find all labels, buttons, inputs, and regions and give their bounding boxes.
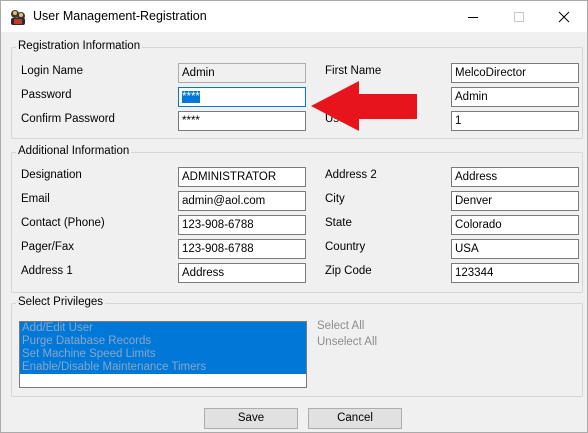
list-item[interactable]: Enable/Disable Maintenance Timers [20,361,306,374]
city-field[interactable] [451,191,579,211]
designation-label: Designation [21,169,82,181]
title-bar: User Management-Registration [1,1,587,32]
contact-phone-field[interactable] [178,215,306,235]
red-arrow-annotation [311,81,417,131]
login-name-label: Login Name [21,65,84,77]
state-field[interactable] [451,215,579,235]
address2-label: Address 2 [325,169,377,181]
minimize-button[interactable] [450,1,496,32]
close-button[interactable] [541,1,587,32]
save-button[interactable]: Save [204,408,298,429]
designation-field[interactable] [178,167,306,187]
contact-phone-label: Contact (Phone) [21,217,105,229]
email-label: Email [21,193,50,205]
list-item[interactable]: Purge Database Records [20,335,306,348]
minimize-icon [468,16,478,18]
confirm-password-label: Confirm Password [21,113,115,125]
additional-group-title: Additional Information [16,145,132,157]
registration-window: User Management-Registration Registratio… [0,0,588,433]
password-selected-text: **** [182,91,200,103]
app-icon [11,10,25,25]
first-name-label: First Name [325,65,382,77]
pager-fax-label: Pager/Fax [21,241,75,253]
list-item[interactable]: Add/Edit User [20,322,306,335]
window-title: User Management-Registration [33,9,207,23]
user-level-field[interactable] [451,111,579,131]
country-field[interactable] [451,239,579,259]
cancel-button[interactable]: Cancel [308,408,402,429]
registration-group-title: Registration Information [16,40,143,52]
address2-field[interactable] [451,167,579,187]
unselect-all-link[interactable]: Unselect All [317,336,377,348]
maximize-icon [514,11,524,22]
state-label: State [325,217,352,229]
login-name-field[interactable] [178,63,306,83]
privileges-group-title: Select Privileges [16,296,106,308]
close-icon [558,11,570,22]
address1-field[interactable] [178,263,306,283]
pager-fax-field[interactable] [178,239,306,259]
first-name-field[interactable] [451,63,579,83]
password-label: Password [21,89,72,101]
last-name-field[interactable] [451,87,579,107]
country-label: Country [325,241,366,253]
confirm-password-field[interactable] [178,111,306,131]
zip-code-field[interactable] [451,263,579,283]
address1-label: Address 1 [21,265,73,277]
maximize-button[interactable] [496,1,542,32]
privileges-listbox[interactable]: Add/Edit User Purge Database Records Set… [19,321,307,388]
select-all-link[interactable]: Select All [317,320,364,332]
city-label: City [325,193,345,205]
password-field[interactable]: **** [178,87,306,107]
list-item[interactable]: Set Machine Speed Limits [20,348,306,361]
email-field[interactable] [178,191,306,211]
zip-code-label: Zip Code [325,265,372,277]
